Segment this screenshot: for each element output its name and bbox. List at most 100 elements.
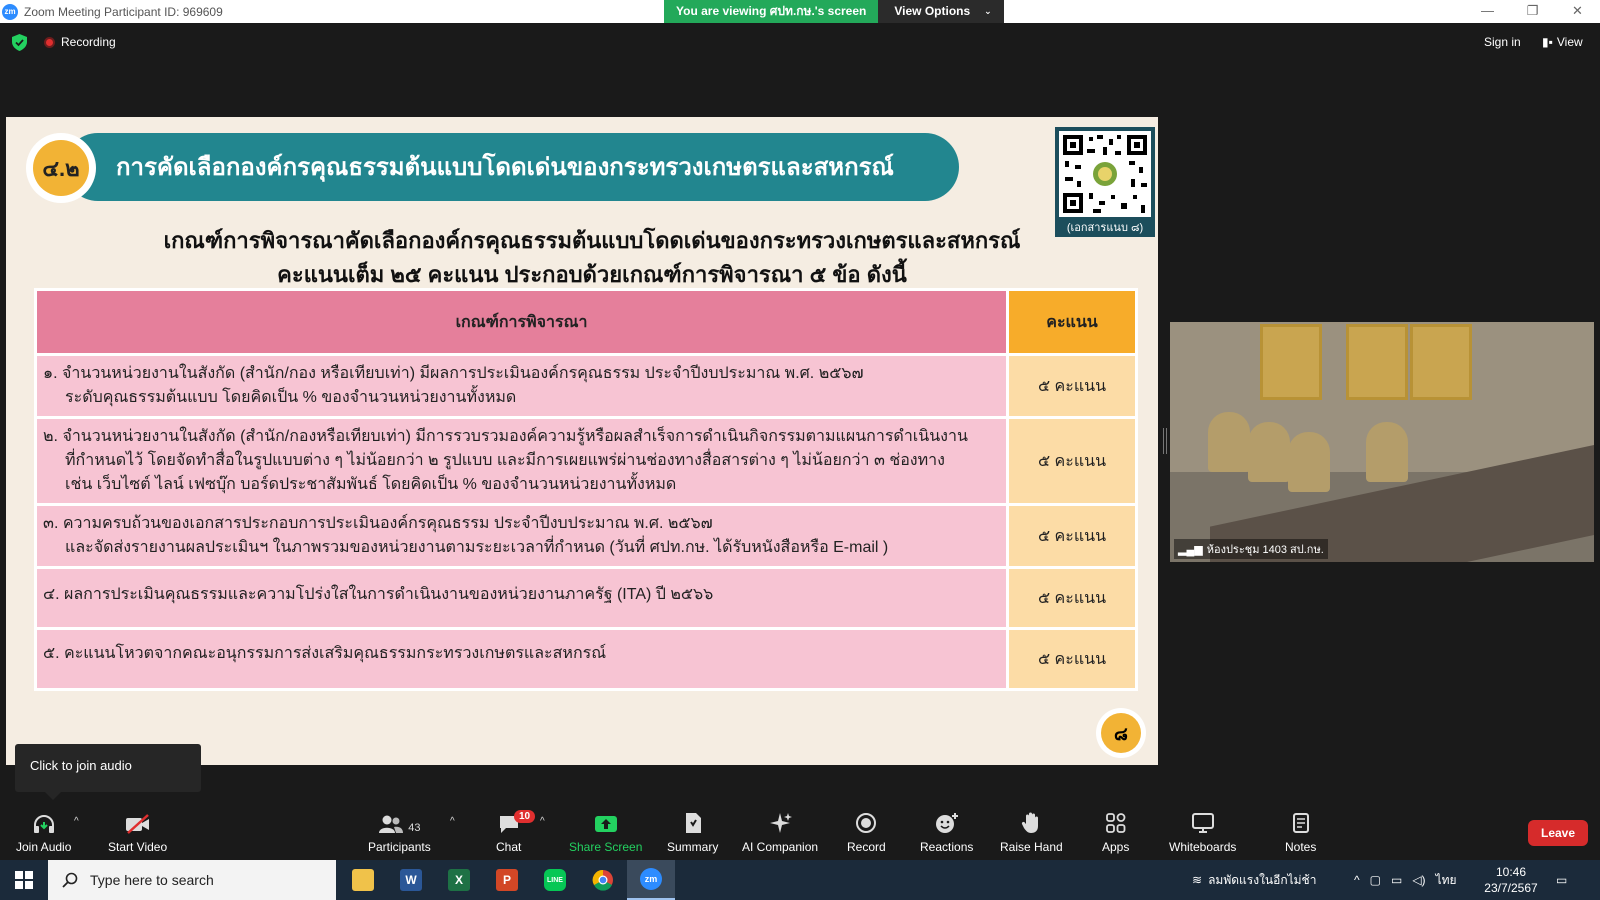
recording-label: Recording [61,35,116,49]
whiteboards-button[interactable]: Whiteboards [1169,812,1236,854]
score-cell: ๕ คะแนน [1009,630,1135,688]
summary-button[interactable]: Summary [667,812,718,854]
view-options-button[interactable]: View Options ⌄ [878,0,1004,23]
share-banner-text: You are viewing ศปท.กษ.'s screen [664,0,879,23]
taskbar-clock[interactable]: 10:46 23/7/2567 [1476,864,1546,896]
taskbar-line[interactable]: LINE [531,860,579,900]
meet-now-icon[interactable]: ▢ [1370,873,1381,887]
score-cell: ๕ คะแนน [1009,569,1135,627]
share-screen-label: Share Screen [569,840,643,854]
record-label: Record [847,840,886,854]
taskbar-chrome[interactable] [579,860,627,900]
powerpoint-icon: P [496,869,518,891]
record-button[interactable]: Record [847,812,886,854]
restore-button[interactable]: ❐ [1510,0,1555,23]
portrait-image [1260,324,1322,400]
view-button[interactable]: ▮▪ View [1542,35,1583,49]
table-row: ๓. ความครบถ้วนของเอกสารประกอบการประเมินอ… [37,506,1135,566]
criteria-line: ๔. ผลการประเมินคุณธรรมและความโปร่งใสในกา… [43,586,714,603]
ai-companion-button[interactable]: AI Companion [742,812,818,854]
system-tray: ^ ▢ ▭ ◁) ไทย [1354,860,1457,900]
weather-widget[interactable]: ≋ ลมพัดแรงในอีกไม่ช้า [1192,860,1316,900]
search-icon [62,872,78,888]
participants-button[interactable]: 43 Participants [368,812,431,854]
wind-weather-icon: ≋ [1192,873,1203,887]
chat-options-caret[interactable]: ^ [540,816,545,827]
apps-button[interactable]: Apps [1102,812,1129,854]
notes-button[interactable]: Notes [1285,812,1316,854]
audio-options-caret[interactable]: ^ [74,816,79,827]
shared-screen-slide: ๔.๒ การคัดเลือกองค์กรคุณธรรมต้นแบบโดดเด่… [6,117,1158,765]
panel-resize-handle[interactable] [1163,428,1167,454]
participant-video-tile[interactable]: ▂▄▆ ห้องประชุม 1403 สป.กษ. [1170,322,1594,562]
network-icon[interactable]: ▭ [1391,873,1402,887]
criteria-cell: ๑. จำนวนหน่วยงานในสังกัด (สำนัก/กอง หรือ… [37,356,1006,416]
minimize-button[interactable]: — [1465,0,1510,23]
headphones-icon [32,812,56,834]
participant-nameplate: ▂▄▆ ห้องประชุม 1403 สป.กษ. [1174,539,1328,559]
leave-button[interactable]: Leave [1528,820,1588,846]
criteria-line: เช่น เว็บไซต์ ไลน์ เฟซบุ๊ก บอร์ดประชาสัม… [65,476,677,493]
video-off-icon [124,812,152,834]
slide-page-number: ๘ [1096,708,1146,758]
encryption-shield-icon[interactable] [12,34,27,51]
notes-label: Notes [1285,840,1317,854]
participants-options-caret[interactable]: ^ [450,816,455,827]
windows-start-button[interactable] [0,860,48,900]
participants-icon: 43 [378,812,420,834]
section-badge-number: ๔.๒ [33,140,89,196]
taskbar-excel[interactable]: X [435,860,483,900]
record-icon [855,812,877,834]
taskbar-powerpoint[interactable]: P [483,860,531,900]
input-language[interactable]: ไทย [1436,871,1457,890]
raise-hand-label: Raise Hand [1000,840,1063,854]
view-options-label: View Options [894,4,971,18]
table-row: ๒. จำนวนหน่วยงานในสังกัด (สำนัก/กองหรือเ… [37,419,1135,503]
join-audio-button[interactable]: Join Audio [16,812,71,854]
slide-subtitle-line1: เกณฑ์การพิจารณาคัดเลือกองค์กรคุณธรรมต้นแ… [163,228,1021,253]
apps-icon [1105,812,1127,834]
score-cell: ๕ คะแนน [1009,419,1135,503]
recording-indicator[interactable]: Recording [44,35,116,49]
taskbar-zoom[interactable]: zm [627,860,675,900]
zoom-logo-icon: zm [2,3,18,20]
table-row: ๔. ผลการประเมินคุณธรรมและความโปร่งใสในกา… [37,569,1135,627]
folder-icon [352,869,374,891]
notification-center-icon[interactable]: ▭ [1556,860,1567,900]
volume-icon[interactable]: ◁) [1412,873,1425,887]
criteria-cell: ๕. คะแนนโหวตจากคณะอนุกรรมการส่งเสริมคุณธ… [37,630,1006,688]
criteria-line: ๑. จำนวนหน่วยงานในสังกัด (สำนัก/กอง หรือ… [43,365,864,382]
taskbar-file-explorer[interactable] [339,860,387,900]
whiteboard-icon [1191,812,1215,834]
close-button[interactable]: ✕ [1555,0,1600,23]
slide-subtitle-line2: คะแนนเต็ม ๒๕ คะแนน ประกอบด้วยเกณฑ์การพิจ… [277,262,907,287]
reactions-button[interactable]: Reactions [920,812,973,854]
criteria-line: และจัดส่งรายงานผลประเมินฯ ในภาพรวมของหน่… [65,539,889,556]
clock-time: 10:46 [1495,865,1527,879]
weather-text: ลมพัดแรงในอีกไม่ช้า [1208,872,1317,887]
raise-hand-button[interactable]: Raise Hand [1000,812,1063,854]
chevron-down-icon: ⌄ [984,6,992,16]
taskbar-search-box[interactable]: Type here to search [48,860,336,900]
share-screen-icon [594,812,618,834]
qr-code-icon [1059,131,1151,217]
view-label: View [1556,35,1583,49]
tray-overflow-icon[interactable]: ^ [1354,873,1360,887]
share-screen-button[interactable]: Share Screen [569,812,642,854]
recording-dot-icon [44,36,55,48]
reactions-label: Reactions [920,840,974,854]
table-header-row: เกณฑ์การพิจารณา คะแนน [37,291,1135,353]
criteria-line: ๕. คะแนนโหวตจากคณะอนุกรรมการส่งเสริมคุณธ… [43,645,607,662]
criteria-cell: ๔. ผลการประเมินคุณธรรมและความโปร่งใสในกา… [37,569,1006,627]
slide-header-title: การคัดเลือกองค์กรคุณธรรมต้นแบบโดดเด่นของ… [116,154,894,181]
score-cell: ๕ คะแนน [1009,506,1135,566]
excel-icon: X [448,869,470,891]
meeting-topbar [0,23,1600,63]
join-audio-tooltip: Click to join audio [15,744,201,800]
criteria-line: ที่กำหนดไว้ โดยจัดทำสื่อในรูปแบบต่าง ๆ ไ… [65,452,945,469]
hand-icon [1021,812,1041,834]
sign-in-button[interactable]: Sign in [1484,35,1521,49]
start-video-button[interactable]: Start Video [108,812,167,854]
zoom-app-icon: zm [640,868,662,890]
taskbar-word[interactable]: W [387,860,435,900]
